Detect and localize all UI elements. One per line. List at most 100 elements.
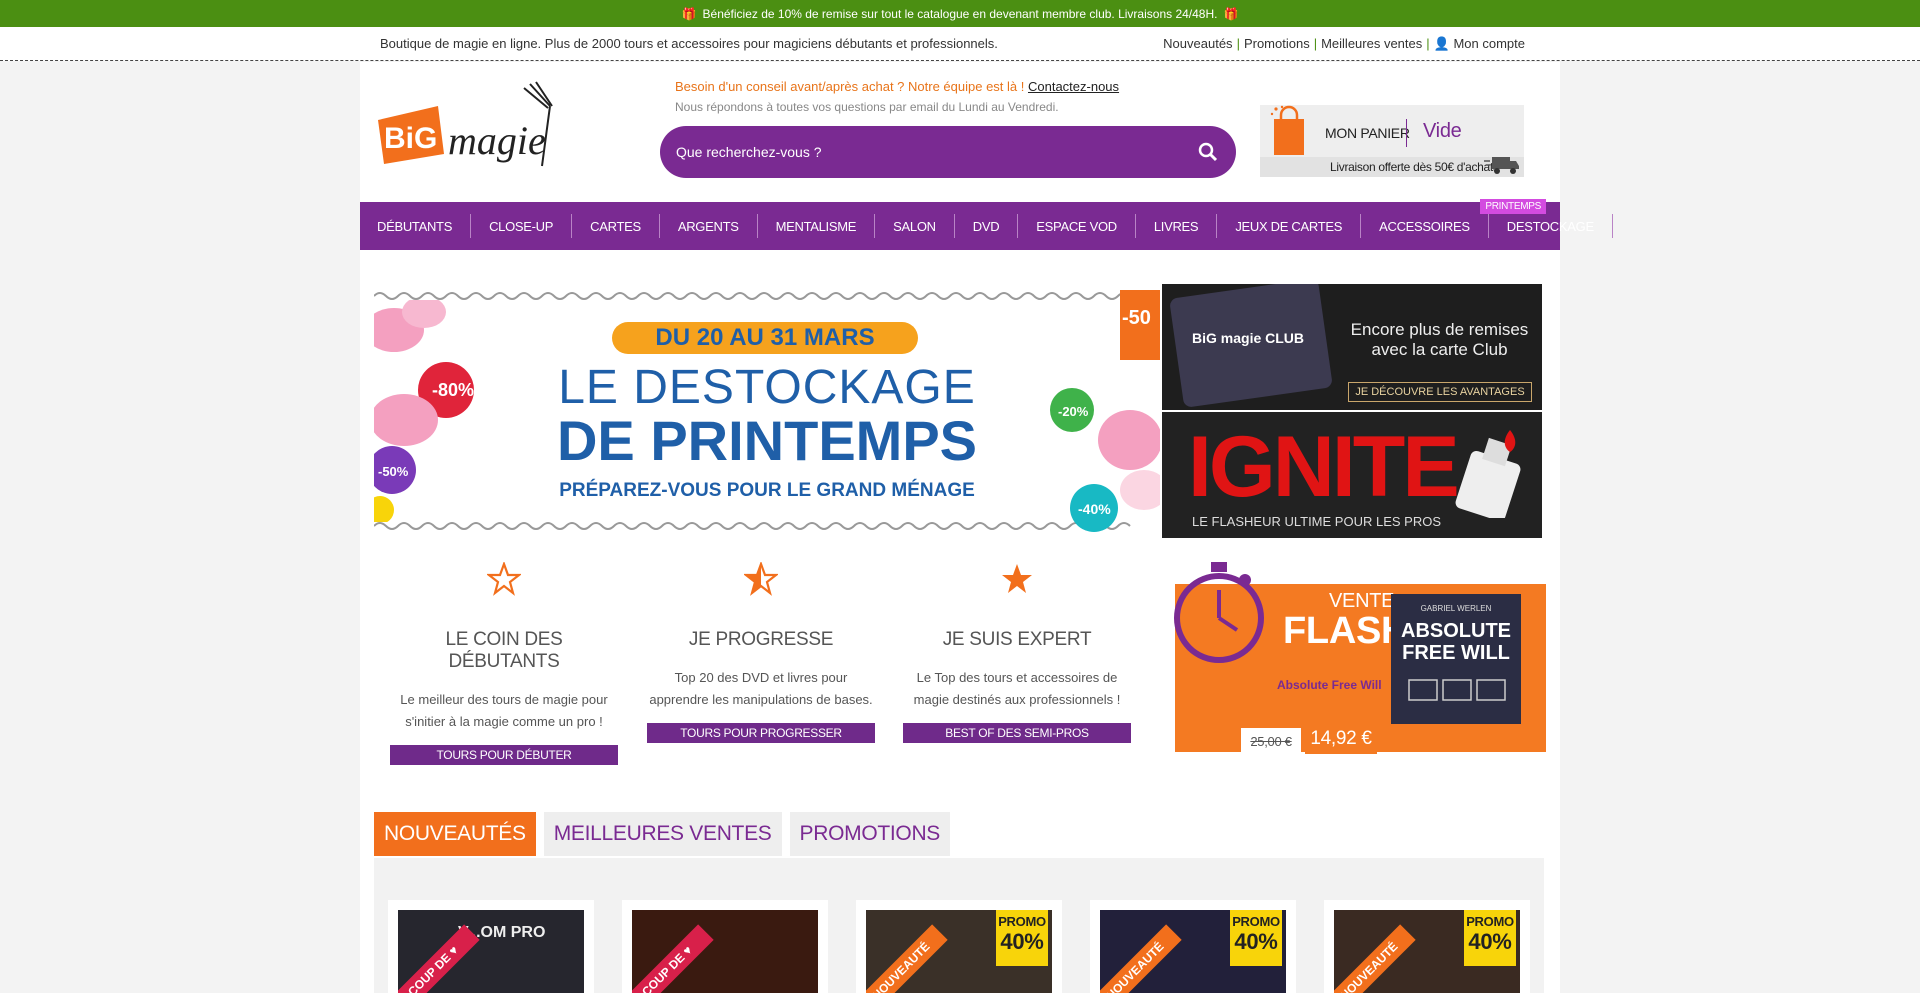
column-debutants: LE COIN DES DÉBUTANTS Le meilleur des to… [390,560,618,765]
cart-value: Vide [1423,120,1462,142]
tab-nouveautes[interactable]: NOUVEAUTÉS [374,812,536,856]
product-card[interactable]: NOUVEAUTÉ PROMO 40% [1090,900,1296,993]
delivery-truck-icon [1484,157,1519,174]
nav-cartes[interactable]: CARTES [572,214,660,238]
new-price: 14,92 € [1305,724,1377,754]
star-filled-icon [1002,564,1032,593]
nav-mentalisme[interactable]: MENTALISME [758,214,876,238]
product-card[interactable]: V...OM PRO COUP DE ♥ [388,900,594,993]
nav-argents[interactable]: ARGENTS [660,214,758,238]
product-image: NOUVEAUTÉ PROMO 40% [1100,910,1286,993]
nav-badge-printemps: PRINTEMPS [1480,199,1546,214]
coup-de-coeur-ribbon: COUP DE ♥ [632,924,714,993]
column-text: Le Top des tours et accessoires de magie… [913,670,1121,707]
nav-accessoires[interactable]: ACCESSOIRES [1361,214,1489,238]
product-card[interactable]: NOUVEAUTÉ PROMO 40% [1324,900,1530,993]
bigmagie-logo-icon: BiG magie [378,81,553,167]
separator: | [1313,36,1318,51]
promo-value: 40% [1000,929,1044,954]
advice-block: Besoin d'un conseil avant/après achat ? … [675,79,1119,114]
product-image: COUP DE ♥ [632,910,818,993]
flash-product-image[interactable]: GABRIEL WERLEN ABSOLUTE FREE WILL [1391,594,1521,724]
gift-icon: 🎁 [681,6,697,21]
promo-value: 40% [1234,929,1278,954]
link-nouveautes[interactable]: Nouveautés [1163,36,1232,52]
column-text: Le meilleur des tours de magie pour s'in… [400,692,608,729]
promo-badge: PROMO 40% [1230,910,1282,966]
stopwatch-icon [1174,562,1264,663]
flash-title: FLASH [1283,610,1409,652]
nav-dvd[interactable]: DVD [955,214,1019,238]
column-expert: JE SUIS EXPERT Le Top des tours et acces… [903,562,1131,743]
nav-destockage[interactable]: DESTOCKAGE [1489,214,1613,238]
advice-subtext: Nous répondons à toutes vos questions pa… [675,100,1059,114]
main-nav: DÉBUTANTS CLOSE-UP CARTES ARGENTS MENTAL… [360,199,1613,250]
ignite-banner[interactable]: IGNITE LE FLASHEUR ULTIME POUR LES PROS [1162,412,1542,538]
promo-label: PROMO [998,914,1046,929]
link-mon-compte[interactable]: 👤 Mon compte [1434,36,1525,52]
advice-text: Besoin d'un conseil avant/après achat ? … [675,79,1028,94]
star-outline-icon [485,560,523,596]
flash-product-name[interactable]: Absolute Free Will [1277,678,1382,692]
nouveaute-ribbon: NOUVEAUTÉ [1334,924,1416,993]
hero-title-1: LE DESTOCKAGE [558,361,976,414]
nav-espace-vod[interactable]: ESPACE VOD [1018,214,1136,238]
contact-link[interactable]: Contactez-nous [1028,79,1119,94]
link-meilleures-ventes[interactable]: Meilleures ventes [1321,36,1422,52]
club-text: Encore plus de remises avec la carte Clu… [1350,320,1529,359]
tours-debuter-button[interactable]: TOURS POUR DÉBUTER [390,745,618,765]
nav-salon[interactable]: SALON [875,214,955,238]
svg-text:magie: magie [448,118,546,163]
product-tabs: NOUVEAUTÉS MEILLEURES VENTES PROMOTIONS [374,812,951,856]
flash-sale-box[interactable]: VENTE FLASH Absolute Free Will GABRIEL W… [1174,562,1546,756]
nav-livres[interactable]: LIVRES [1136,214,1218,238]
wave-band-top [374,292,1143,300]
promo-badge: PROMO 40% [1464,910,1516,966]
coup-de-coeur-ribbon: COUP DE ♥ [398,924,480,993]
svg-text:-40%: -40% [1078,501,1111,517]
product-image: NOUVEAUTÉ PROMO 40% [866,910,1052,993]
column-title: LE COIN DES DÉBUTANTS [445,629,563,672]
tab-promotions[interactable]: PROMOTIONS [789,812,951,856]
svg-text:BiG: BiG [384,122,437,155]
nouveaute-ribbon: NOUVEAUTÉ [866,924,948,993]
svg-text:-50: -50 [1122,307,1151,329]
hero-banner[interactable]: -80% -50% -50 -20% -40% DU 20 AU 31 MARS… [374,290,1160,532]
hero-title-2: DE PRINTEMPS [556,409,978,472]
lighter-icon [1455,430,1521,518]
account-links: Nouveautés | Promotions | Meilleures ven… [1163,36,1525,52]
club-discover-button[interactable]: JE DÉCOUVRE LES AVANTAGES [1348,382,1532,402]
product-carousel: V...OM PRO COUP DE ♥ COUP DE ♥ NOUVEAUTÉ… [374,858,1544,993]
page-container: BiG magie Besoin d'un conseil avant/aprè… [360,62,1613,993]
search-icon[interactable] [1198,142,1218,162]
tours-progresser-button[interactable]: TOURS POUR PROGRESSER [647,723,875,743]
star-half-icon [742,560,780,596]
promo-text: Bénéficiez de 10% de remise sur tout le … [702,6,1218,21]
nav-close-up[interactable]: CLOSE-UP [471,214,573,238]
search-input[interactable] [676,141,1156,163]
user-icon: 👤 [1433,36,1450,51]
old-price: 25,00 € [1241,728,1301,756]
link-promotions[interactable]: Promotions [1244,36,1310,52]
site-logo[interactable]: BiG magie [374,76,594,186]
product-image: NOUVEAUTÉ PROMO 40% [1334,910,1520,993]
tab-meilleures-ventes[interactable]: MEILLEURES VENTES [543,812,782,856]
promo-label: PROMO [1466,914,1514,929]
column-text: Top 20 des DVD et livres pour apprendre … [649,670,873,707]
nav-jeux-de-cartes[interactable]: JEUX DE CARTES [1217,214,1362,238]
wave-band-bottom [374,522,1131,530]
hero-dates: DU 20 AU 31 MARS [612,322,918,354]
nouveaute-ribbon: NOUVEAUTÉ [1100,924,1182,993]
separator: | [1236,36,1240,51]
cart-widget[interactable]: MON PANIER Vide Livraison offerte dès 50… [1260,105,1524,177]
ignite-title: IGNITE [1188,419,1460,515]
gift-icon: 🎁 [1223,6,1239,21]
shopping-bag-icon [1270,105,1304,155]
product-card[interactable]: COUP DE ♥ [622,900,828,993]
promo-badge: PROMO 40% [996,910,1048,966]
product-author: GABRIEL WERLEN [1420,604,1492,613]
best-of-button[interactable]: BEST OF DES SEMI-PROS [903,723,1131,743]
club-banner[interactable]: BiG magie CLUB Encore plus de remises av… [1162,284,1542,410]
nav-debutants[interactable]: DÉBUTANTS [360,214,472,238]
product-card[interactable]: NOUVEAUTÉ PROMO 40% [856,900,1062,993]
